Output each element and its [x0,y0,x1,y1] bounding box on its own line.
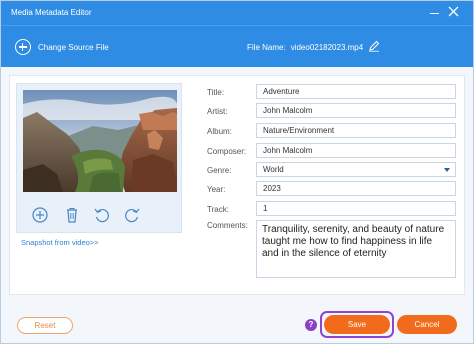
year-label: Year: [207,185,226,194]
change-source-file-label: Change Source File [38,42,109,52]
change-source-file-button[interactable]: Change Source File [15,38,109,56]
composer-input[interactable]: John Malcolm [256,143,456,158]
comments-textarea[interactable]: Tranquility, serenity, and beauty of nat… [256,220,456,278]
artist-label: Artist: [207,107,228,116]
artist-input[interactable]: John Malcolm [256,103,456,118]
toolbar: Change Source File File Name: video021820… [1,25,473,67]
genre-label: Genre: [207,166,232,175]
comments-label: Comments: [207,221,248,230]
close-icon[interactable] [447,5,461,19]
album-input[interactable]: Nature/Environment [256,123,456,138]
title-bar: Media Metadata Editor [1,1,473,25]
save-button[interactable]: Save [324,315,390,334]
year-input[interactable]: 2023 [256,181,456,196]
delete-image-icon[interactable] [63,206,81,224]
genre-select[interactable]: World [256,162,456,177]
title-label: Title: [207,88,225,97]
album-label: Album: [207,127,232,136]
snapshot-from-video-link[interactable]: Snapshot from video>> [21,238,99,247]
genre-value: World [263,165,284,174]
window-title: Media Metadata Editor [11,8,92,17]
file-name-label: File Name: [247,43,286,52]
add-image-icon[interactable] [31,206,49,224]
media-metadata-editor-window: Media Metadata Editor Change Source File… [0,0,474,344]
cancel-button[interactable]: Cancel [397,315,457,334]
reset-button[interactable]: Reset [17,317,73,334]
track-label: Track: [207,205,229,214]
help-icon[interactable]: ? [305,319,317,331]
composer-label: Composer: [207,147,247,156]
chevron-down-icon [444,168,450,172]
title-input[interactable]: Adventure [256,84,456,99]
thumbnail-actions [17,206,183,226]
thumbnail-panel [16,83,182,233]
track-input[interactable]: 1 [256,201,456,216]
rotate-left-icon[interactable] [93,206,111,224]
pencil-edit-icon[interactable] [368,40,380,52]
metadata-panel: Snapshot from video>> Title: Adventure A… [9,75,465,295]
add-circle-icon [15,39,31,55]
video-thumbnail-image [23,90,177,192]
file-name-value: video02182023.mp4 [290,43,364,52]
file-name-display: File Name: video02182023.mp4 [247,43,363,52]
rotate-right-icon[interactable] [123,206,141,224]
minimize-icon[interactable] [429,5,441,19]
